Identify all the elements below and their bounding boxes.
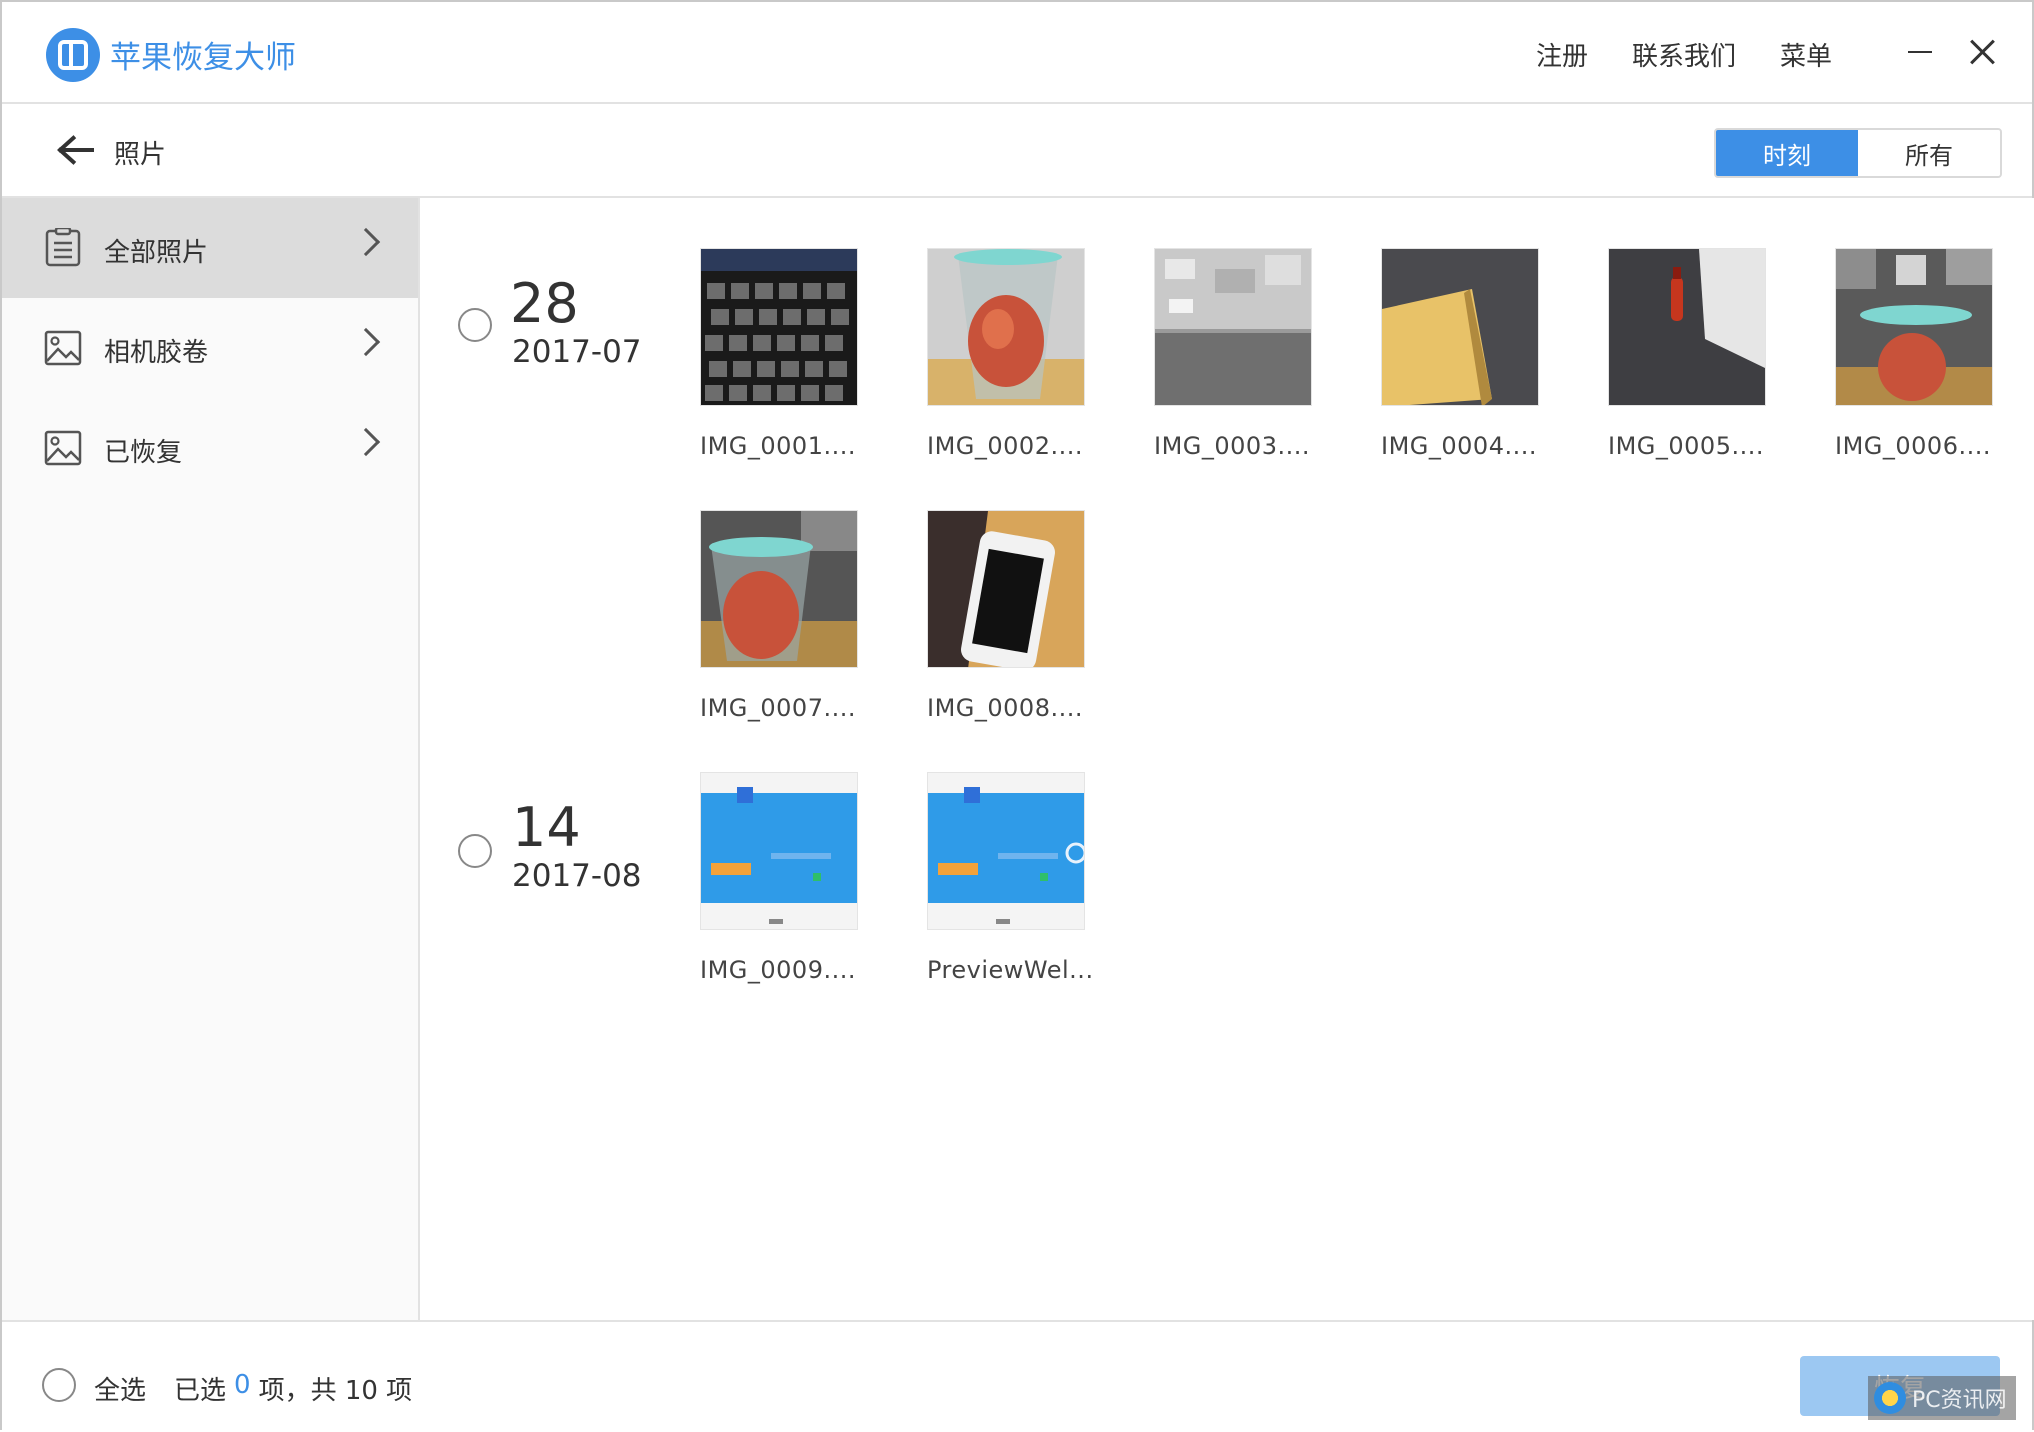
photo-grid: 28 2017-07 IMG_0001.... IMG_0002.... IMG… [422,198,2034,1320]
app-title: 苹果恢复大师 [110,40,296,76]
sidebar-item-label: 相机胶卷 [104,338,209,368]
footer: 全选 已选 0 项，共 10 项 恢复 PC资讯网 [2,1320,2032,1432]
back-arrow-icon[interactable] [54,130,98,170]
tab-all[interactable]: 所有 [1858,130,2000,176]
chevron-right-icon [351,327,381,357]
chevron-right-icon [351,427,381,457]
sidebar-item-all-photos[interactable]: 全部照片 [2,198,418,298]
close-icon[interactable] [1966,36,1998,68]
tab-moments[interactable]: 时刻 [1716,130,1858,176]
sidebar-item-label: 已恢复 [104,438,183,468]
selected-suffix: 项，共 10 项 [258,1376,413,1406]
document-list-icon [45,228,81,267]
group-month: 2017-07 [512,334,642,370]
photo-name: IMG_0008.... [927,694,1083,722]
photo-name: PreviewWel... [927,956,1094,984]
selection-summary: 已选 0 项，共 10 项 [174,1370,412,1407]
photo-name: IMG_0001.... [700,432,856,460]
photo-thumbnail[interactable] [700,248,858,406]
photo-thumbnail[interactable] [1835,248,1993,406]
photo-thumbnail[interactable] [1154,248,1312,406]
photo-thumbnail[interactable] [1608,248,1766,406]
watermark-badge-icon [1874,1382,1906,1414]
view-segmented-control: 时刻 所有 [1714,128,2002,178]
selected-prefix: 已选 [174,1376,227,1406]
title-bar: 苹果恢复大师 注册 联系我们 菜单 [2,2,2032,104]
sidebar-item-camera-roll[interactable]: 相机胶卷 [2,298,418,398]
register-link[interactable]: 注册 [1536,36,1588,73]
page-title: 照片 [114,140,167,170]
sub-header: 照片 时刻 所有 [2,104,2032,198]
photo-name: IMG_0004.... [1381,432,1537,460]
photo-thumbnail[interactable] [927,510,1085,668]
app-logo-icon [46,28,100,82]
group-select-radio[interactable] [458,834,492,868]
image-icon [44,330,82,366]
watermark: PC资讯网 [1868,1376,2016,1420]
photo-name: IMG_0006.... [1835,432,1991,460]
select-all-radio[interactable] [42,1368,76,1402]
sidebar-item-recovered[interactable]: 已恢复 [2,398,418,498]
select-all-label[interactable]: 全选 [94,1370,146,1407]
photo-thumbnail[interactable] [700,510,858,668]
chevron-right-icon [351,227,381,257]
group-month: 2017-08 [512,858,642,894]
contact-us-link[interactable]: 联系我们 [1632,36,1736,73]
photo-name: IMG_0003.... [1154,432,1310,460]
photo-thumbnail[interactable] [927,248,1085,406]
menu-link[interactable]: 菜单 [1780,36,1832,73]
app-window: 苹果恢复大师 注册 联系我们 菜单 照片 时刻 所有 全部照片 相机胶卷 已恢复… [0,0,2034,1432]
selected-count: 0 [234,1370,251,1400]
photo-name: IMG_0009.... [700,956,856,984]
photo-name: IMG_0002.... [927,432,1083,460]
photo-name: IMG_0007.... [700,694,856,722]
minimize-icon[interactable] [1904,32,1936,72]
group-day: 28 [510,272,579,335]
photo-thumbnail[interactable] [700,772,858,930]
group-day: 14 [512,796,581,859]
watermark-text: PC资讯网 [1912,1388,2007,1413]
group-select-radio[interactable] [458,308,492,342]
photo-thumbnail[interactable] [927,772,1085,930]
image-icon [44,430,82,466]
sidebar-item-label: 全部照片 [104,238,209,268]
photo-name: IMG_0005.... [1608,432,1764,460]
top-links: 注册 联系我们 菜单 [1536,36,1832,73]
photo-thumbnail[interactable] [1381,248,1539,406]
sidebar: 全部照片 相机胶卷 已恢复 [2,198,420,1320]
